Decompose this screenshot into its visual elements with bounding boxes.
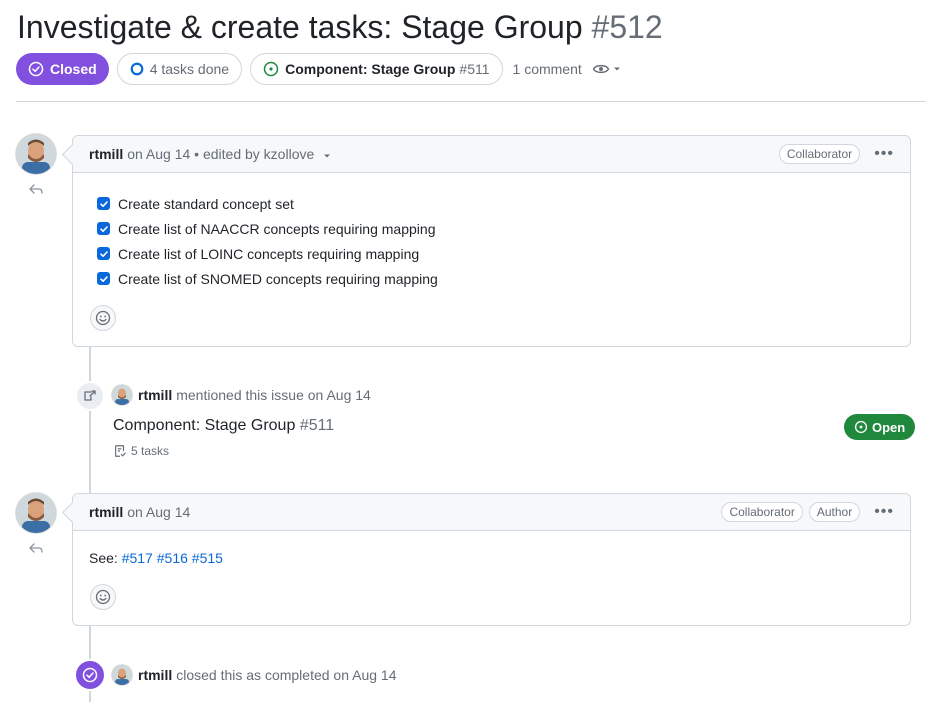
task-label: Create list of SNOMED concepts requiring… (118, 270, 438, 287)
avatar-image (16, 134, 56, 174)
parent-issue-number: #511 (459, 61, 490, 77)
checkmark-icon (99, 225, 108, 232)
issue-state-label: Closed (50, 61, 97, 77)
checkmark-icon (99, 250, 108, 257)
task-item: Create list of NAACCR concepts requiring… (97, 216, 910, 241)
add-reaction-button[interactable] (90, 305, 116, 331)
task-checkbox[interactable] (97, 272, 110, 285)
comment-meta[interactable]: on Aug 14 (127, 504, 190, 520)
avatar[interactable] (16, 134, 56, 174)
task-label: Create list of LOINC concepts requiring … (118, 245, 420, 262)
comment-card: rtmill on Aug 14 Collaborator Author •••… (61, 493, 911, 626)
closed-event-badge (74, 659, 106, 691)
avatar-image (16, 493, 56, 533)
issue-opened-icon (854, 420, 868, 434)
tasks-done-label: 4 tasks done (149, 61, 230, 77)
avatar-image (112, 385, 132, 405)
referenced-issue-link[interactable]: Component: Stage Group #511 (113, 417, 334, 435)
cross-reference-badge (75, 381, 105, 411)
caret-down-icon[interactable] (322, 151, 332, 161)
event-text: closed this as completed on Aug 14 (176, 667, 397, 683)
reply-icon (29, 184, 43, 194)
reply-icon (29, 543, 43, 553)
smiley-icon (95, 310, 111, 326)
checkmark-icon (99, 200, 108, 207)
progress-ring-icon (130, 62, 144, 76)
issue-header-meta: Closed 4 tasks done Component: Stage Gro… (16, 53, 622, 85)
referenced-issue-title: Component: Stage Group (113, 417, 296, 434)
comment-header: rtmill on Aug 14 Collaborator Author ••• (61, 494, 910, 531)
avatar[interactable] (112, 385, 132, 405)
smiley-icon (95, 589, 111, 605)
task-item: Create list of LOINC concepts requiring … (97, 241, 910, 266)
task-checkbox[interactable] (97, 222, 110, 235)
comment-header: rtmill on Aug 14 • edited by kzollove Co… (61, 136, 910, 173)
checklist-icon (115, 445, 126, 457)
comment-author[interactable]: rtmill (89, 504, 123, 520)
kebab-menu-icon[interactable]: ••• (874, 503, 894, 521)
mention-event: rtmill mentioned this issue on Aug 14 (112, 385, 371, 405)
task-label: Create standard concept set (118, 195, 294, 212)
referenced-issue-tasks: 5 tasks (113, 444, 169, 458)
author-label: Author (808, 502, 861, 522)
task-label: Create list of NAACCR concepts requiring… (118, 220, 436, 237)
open-state-badge: Open (844, 414, 916, 440)
event-author[interactable]: rtmill (138, 667, 172, 683)
task-checkbox[interactable] (97, 197, 110, 210)
comment-count[interactable]: 1 comment (513, 61, 582, 77)
parent-issue-title: Component: Stage Group (285, 61, 456, 77)
issue-title-text: Investigate & create tasks: Stage Group (17, 9, 583, 45)
cross-reference-icon (84, 390, 96, 401)
tasks-done-pill[interactable]: 4 tasks done (116, 53, 243, 85)
closed-check-icon (82, 667, 98, 683)
eye-icon (592, 64, 610, 74)
comment-caret (61, 143, 84, 166)
avatar[interactable] (112, 665, 132, 685)
issue-link[interactable]: #517 (122, 550, 153, 566)
issue-opened-icon (263, 61, 279, 77)
caret-down-icon (613, 67, 620, 71)
close-event: rtmill closed this as completed on Aug 1… (112, 665, 397, 685)
issue-number: #512 (591, 9, 663, 45)
issue-state-badge: Closed (16, 53, 109, 85)
referenced-issue-number: #511 (299, 417, 335, 434)
issue-title: Investigate & create tasks: Stage Group … (17, 6, 663, 48)
comment-body: See: #517 #516 #515 (73, 531, 910, 566)
task-checkbox[interactable] (97, 247, 110, 260)
closed-check-icon (28, 61, 44, 77)
avatar-image (112, 665, 132, 685)
comment-author[interactable]: rtmill (89, 146, 123, 162)
kebab-menu-icon[interactable]: ••• (874, 145, 894, 163)
checkmark-icon (99, 275, 108, 282)
timeline-line (89, 347, 91, 493)
event-text: mentioned this issue on Aug 14 (176, 387, 371, 403)
add-reaction-button[interactable] (90, 584, 116, 610)
event-author[interactable]: rtmill (138, 387, 172, 403)
task-item: Create standard concept set (97, 191, 910, 216)
parent-issue-pill[interactable]: Component: Stage Group #511 (250, 53, 503, 85)
collaborator-label: Collaborator (721, 502, 803, 522)
comment-card: rtmill on Aug 14 • edited by kzollove Co… (61, 135, 911, 347)
issue-link[interactable]: #516 (157, 550, 188, 566)
watch-dropdown[interactable] (592, 62, 622, 76)
collaborator-label: Collaborator (778, 144, 861, 164)
comment-body: Create standard concept set Create list … (73, 173, 910, 291)
issue-link[interactable]: #515 (192, 550, 223, 566)
comment-caret (61, 501, 84, 524)
comment-body-prefix: See: (89, 550, 118, 566)
open-state-label: Open (872, 419, 906, 435)
referenced-issue-tasks-label: 5 tasks (131, 444, 170, 458)
header-divider (16, 101, 926, 102)
task-item: Create list of SNOMED concepts requiring… (97, 266, 910, 291)
comment-meta[interactable]: on Aug 14 • edited by kzollove (127, 146, 314, 162)
avatar[interactable] (16, 493, 56, 533)
